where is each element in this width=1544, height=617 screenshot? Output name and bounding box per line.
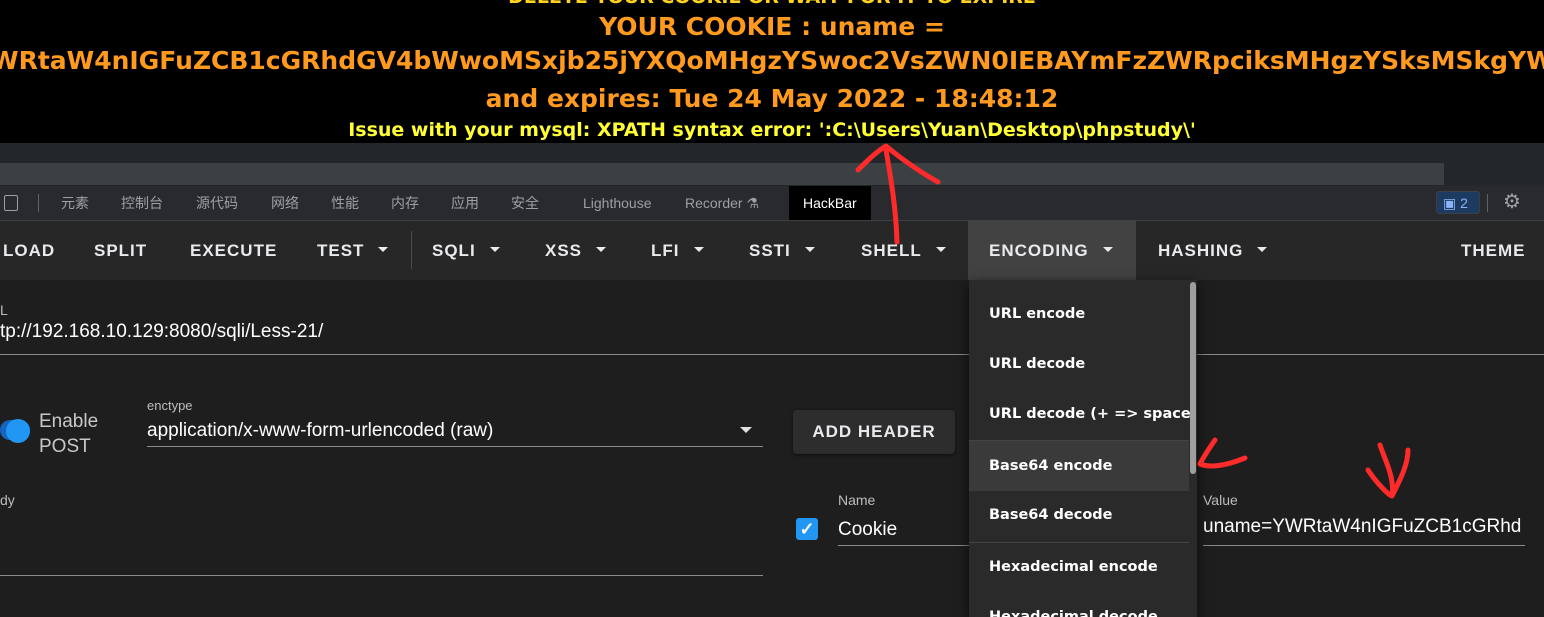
- delete-cookie-notice: DELETE YOUR COOKIE OR WAIT FOR IT TO EXP…: [0, 0, 1544, 8]
- url-label: L: [0, 302, 8, 318]
- menu-hashing-label: HASHING: [1158, 241, 1244, 260]
- device-toolbar-icon[interactable]: [4, 195, 18, 211]
- menu-execute[interactable]: EXECUTE: [190, 221, 277, 280]
- menu-ssti-label: SSTI: [749, 241, 791, 260]
- gear-icon[interactable]: ⚙: [1500, 190, 1524, 214]
- horizontal-scrollbar[interactable]: [0, 143, 1544, 186]
- tab-lighthouse[interactable]: Lighthouse: [583, 186, 652, 220]
- issues-count: 2: [1460, 195, 1468, 211]
- menu-load[interactable]: LOAD: [3, 221, 55, 280]
- menu-sqli-label: SQLI: [432, 241, 476, 260]
- tab-network[interactable]: 网络: [271, 186, 299, 220]
- header-value-underline: [1203, 545, 1525, 546]
- caret-down-icon: [1102, 247, 1113, 253]
- page-output: DELETE YOUR COOKIE OR WAIT FOR IT TO EXP…: [0, 0, 1544, 143]
- menu-item-base64-encode[interactable]: Base64 encode: [969, 441, 1189, 491]
- tab-performance[interactable]: 性能: [331, 186, 359, 220]
- menu-test[interactable]: TEST: [317, 221, 389, 280]
- tab-sources[interactable]: 源代码: [196, 186, 238, 220]
- enctype-label: enctype: [147, 398, 193, 413]
- flask-icon: ⚗: [746, 195, 760, 211]
- add-header-button[interactable]: ADD HEADER: [793, 410, 955, 454]
- tab-elements[interactable]: 元素: [61, 186, 89, 220]
- tab-security[interactable]: 安全: [511, 186, 539, 220]
- menu-item-url-encode[interactable]: URL encode: [969, 289, 1189, 339]
- menu-divider: [411, 231, 412, 269]
- menu-item-hex-decode[interactable]: Hexadecimal decode: [969, 592, 1189, 617]
- caret-down-icon: [693, 247, 704, 253]
- tab-console[interactable]: 控制台: [121, 186, 163, 220]
- menu-item-base64-decode[interactable]: Base64 decode: [969, 490, 1189, 540]
- cookie-expiry: and expires: Tue 24 May 2022 - 18:48:12: [485, 84, 1059, 113]
- menu-theme[interactable]: THEME: [1461, 221, 1526, 280]
- url-underline: [0, 354, 969, 355]
- caret-down-icon: [378, 247, 389, 253]
- menu-shell[interactable]: SHELL: [861, 221, 946, 280]
- url-underline: [1197, 354, 1544, 355]
- menu-item-url-decode[interactable]: URL decode: [969, 339, 1189, 389]
- menu-split[interactable]: SPLIT: [94, 221, 147, 280]
- caret-down-icon: [596, 247, 607, 253]
- enable-post-line2: POST: [39, 436, 91, 457]
- issues-badge[interactable]: ▣ 2: [1436, 191, 1480, 214]
- tab-recorder[interactable]: Recorder ⚗: [685, 186, 759, 220]
- menu-encoding-label: ENCODING: [989, 241, 1089, 260]
- menu-item-hex-encode[interactable]: Hexadecimal encode: [969, 542, 1189, 592]
- check-icon: ✓: [799, 519, 815, 539]
- menu-sqli[interactable]: SQLI: [432, 221, 500, 280]
- menu-hashing[interactable]: HASHING: [1158, 221, 1268, 280]
- tab-memory[interactable]: 内存: [391, 186, 419, 220]
- enctype-underline: [147, 446, 763, 447]
- menu-test-label: TEST: [317, 241, 365, 260]
- header-value-input[interactable]: uname=YWRtaW4nIGFuZCB1cGRhd: [1203, 516, 1525, 538]
- dropdown-scrollbar[interactable]: [1190, 282, 1196, 474]
- cookie-heading: YOUR COOKIE : uname =: [599, 12, 945, 41]
- header-name-input[interactable]: Cookie: [838, 519, 897, 541]
- header-name-label: Name: [838, 492, 876, 508]
- menu-lfi-label: LFI: [651, 241, 680, 260]
- enable-post-label: Enable POST: [39, 409, 98, 459]
- encoding-dropdown: URL encode URL decode URL decode (+ => s…: [969, 280, 1197, 617]
- header-checkbox[interactable]: ✓: [796, 518, 818, 540]
- hackbar-menubar: LOAD SPLIT EXECUTE TEST SQLI XSS LFI SST…: [0, 221, 1544, 280]
- divider: [38, 194, 39, 212]
- tab-recorder-label: Recorder: [685, 195, 743, 211]
- body-underline: [0, 575, 763, 576]
- tab-hackbar[interactable]: HackBar: [789, 186, 871, 220]
- caret-down-icon: [804, 247, 815, 253]
- caret-down-icon: [935, 247, 946, 253]
- mysql-error: Issue with your mysql: XPATH syntax erro…: [348, 119, 1196, 141]
- header-value-label: Value: [1203, 492, 1238, 508]
- tab-application[interactable]: 应用: [451, 186, 479, 220]
- caret-down-icon: [1257, 247, 1268, 253]
- menu-ssti[interactable]: SSTI: [749, 221, 815, 280]
- menu-xss-label: XSS: [545, 241, 583, 260]
- chat-icon: ▣: [1443, 195, 1457, 211]
- menu-encoding[interactable]: ENCODING: [968, 221, 1136, 280]
- menu-lfi[interactable]: LFI: [651, 221, 704, 280]
- header-name-underline: [838, 545, 969, 546]
- url-input[interactable]: tp://192.168.10.129:8080/sqli/Less-21/: [0, 321, 323, 343]
- scrollbar-thumb[interactable]: [0, 163, 1444, 185]
- menu-xss[interactable]: XSS: [545, 221, 607, 280]
- menu-item-url-decode-space[interactable]: URL decode (+ => space): [969, 389, 1197, 439]
- body-label: dy: [0, 492, 15, 508]
- cookie-value: YWRtaW4nIGFuZCB1cGRhdGV4bWwoMSxjb25jYXQo…: [0, 46, 1544, 75]
- caret-down-icon: [489, 247, 500, 253]
- enable-post-line1: Enable: [39, 411, 99, 432]
- devtools-tabbar: 元素 控制台 源代码 网络 性能 内存 应用 安全 Lighthouse Rec…: [0, 186, 1544, 221]
- dropdown-arrow-icon[interactable]: [740, 427, 752, 433]
- enctype-select[interactable]: application/x-www-form-urlencoded (raw): [147, 420, 493, 442]
- divider: [1487, 194, 1488, 212]
- toggle-knob[interactable]: [6, 419, 30, 443]
- menu-shell-label: SHELL: [861, 241, 922, 260]
